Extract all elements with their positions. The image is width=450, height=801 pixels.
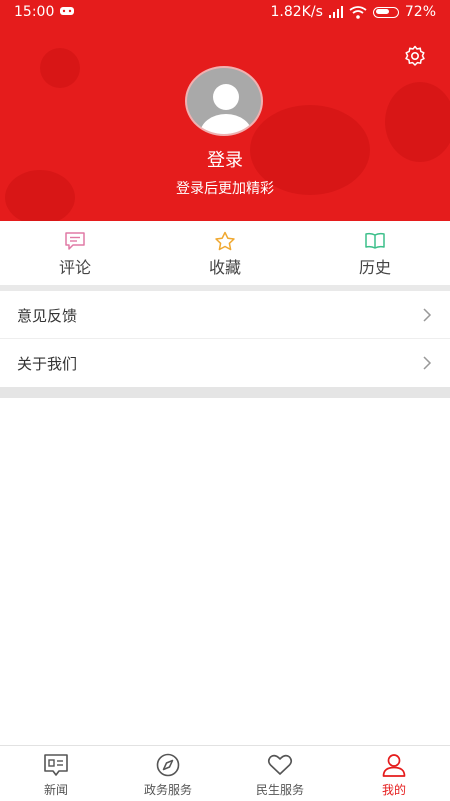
signal-icon bbox=[328, 6, 343, 18]
favorites-button[interactable]: 收藏 bbox=[175, 231, 275, 278]
history-button[interactable]: 历史 bbox=[325, 231, 425, 278]
login-button[interactable]: 登录 bbox=[0, 146, 450, 172]
tab-public-services-label: 民生服务 bbox=[255, 783, 304, 797]
compass-icon bbox=[156, 753, 180, 777]
tab-government-services-label: 政务服务 bbox=[143, 783, 192, 797]
news-icon bbox=[44, 754, 68, 776]
network-speed: 1.82K/s bbox=[270, 4, 323, 20]
battery-percent: 72% bbox=[404, 4, 436, 20]
tab-government-services[interactable]: 政务服务 bbox=[123, 752, 213, 798]
feedback-row[interactable]: 意见反馈 bbox=[0, 291, 450, 339]
chevron-right-icon bbox=[423, 356, 432, 370]
favorites-label: 收藏 bbox=[208, 258, 241, 277]
status-time: 15:00 bbox=[14, 4, 55, 20]
status-bar: 15:00 1.82K/s 72% bbox=[0, 0, 450, 26]
quick-actions: 评论 收藏 历史 bbox=[0, 221, 450, 285]
tab-news-label: 新闻 bbox=[43, 783, 68, 797]
comments-button[interactable]: 评论 bbox=[25, 231, 125, 278]
about-us-row[interactable]: 关于我们 bbox=[0, 339, 450, 387]
about-us-label: 关于我们 bbox=[17, 355, 78, 373]
history-label: 历史 bbox=[358, 258, 391, 277]
login-hint: 登录后更加精彩 bbox=[176, 181, 274, 197]
notification-icon bbox=[60, 7, 74, 15]
comment-icon bbox=[65, 232, 85, 250]
avatar[interactable] bbox=[185, 66, 265, 136]
section-divider bbox=[0, 387, 450, 398]
bottom-tab-bar: 新闻 政务服务 民生服务 我的 bbox=[0, 745, 450, 801]
chevron-right-icon bbox=[423, 308, 432, 322]
tab-news[interactable]: 新闻 bbox=[11, 752, 101, 798]
default-user-icon bbox=[200, 84, 252, 134]
battery-icon bbox=[372, 6, 399, 18]
user-icon bbox=[382, 754, 406, 777]
heart-icon bbox=[267, 754, 293, 775]
feedback-label: 意见反馈 bbox=[17, 307, 78, 325]
status-indicators: 1.82K/s 72% bbox=[271, 4, 437, 20]
tab-mine[interactable]: 我的 bbox=[349, 752, 439, 798]
book-icon bbox=[365, 232, 385, 249]
wifi-icon bbox=[349, 5, 367, 19]
profile-header: 15:00 1.82K/s 72% 登录 登录后更加精彩 bbox=[0, 0, 450, 221]
star-icon bbox=[215, 231, 235, 251]
comments-label: 评论 bbox=[58, 258, 91, 277]
background-decoration bbox=[40, 48, 80, 88]
tab-public-services[interactable]: 民生服务 bbox=[235, 752, 325, 798]
tab-mine-label: 我的 bbox=[381, 783, 406, 797]
gear-icon[interactable] bbox=[403, 44, 427, 68]
